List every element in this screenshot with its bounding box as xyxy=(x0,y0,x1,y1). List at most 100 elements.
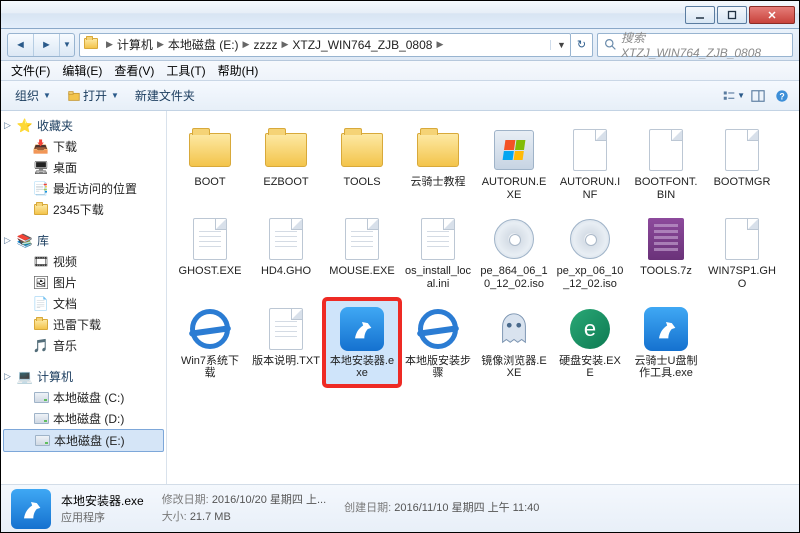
organize-button[interactable]: 组织▼ xyxy=(7,84,59,107)
file-label: EZBOOT xyxy=(263,176,308,189)
recent-icon: 📑 xyxy=(33,181,49,197)
file-item[interactable]: TOOLS.7z xyxy=(629,210,703,295)
sidebar-favorites-header[interactable]: ▷⭐收藏夹 xyxy=(1,115,166,136)
file-item[interactable]: EZBOOT xyxy=(249,121,323,206)
file-icon: e xyxy=(566,305,614,353)
details-filetype: 应用程序 xyxy=(61,509,144,525)
close-button[interactable] xyxy=(749,6,795,24)
refresh-button[interactable]: ↻ xyxy=(571,33,593,57)
file-item[interactable]: TOOLS xyxy=(325,121,399,206)
new-folder-button[interactable]: 新建文件夹 xyxy=(127,84,203,107)
file-item[interactable]: GHOST.EXE xyxy=(173,210,247,295)
details-filename: 本地安装器.exe xyxy=(61,492,144,509)
sidebar-computer-header[interactable]: ▷💻计算机 xyxy=(1,366,166,387)
minimize-button[interactable] xyxy=(685,6,715,24)
sidebar-item-videos[interactable]: 🎞视频 xyxy=(1,251,166,272)
file-item[interactable]: WIN7SP1.GHO xyxy=(705,210,779,295)
open-icon xyxy=(67,89,81,103)
search-input[interactable]: 搜索 XTZJ_WIN764_ZJB_0808 xyxy=(597,33,793,57)
sidebar-item-drive-e[interactable]: 本地磁盘 (E:) xyxy=(3,429,164,452)
menu-bar: 文件(F) 编辑(E) 查看(V) 工具(T) 帮助(H) xyxy=(1,61,799,81)
help-button[interactable]: ? xyxy=(771,85,793,107)
file-label: 镜像浏览器.EXE xyxy=(480,355,548,380)
file-label: 硬盘安装.EXE xyxy=(556,355,624,380)
star-icon: ⭐ xyxy=(17,118,33,134)
view-options-button[interactable]: ▼ xyxy=(723,85,745,107)
file-icon xyxy=(338,215,386,263)
file-icon xyxy=(642,305,690,353)
details-pane: 本地安装器.exe 应用程序 修改日期: 2016/10/20 星期四 上...… xyxy=(1,484,799,532)
back-button[interactable]: ◄ xyxy=(8,34,34,56)
file-label: WIN7SP1.GHO xyxy=(708,265,776,290)
file-label: BOOTMGR xyxy=(714,176,771,189)
file-item[interactable]: 本地版安装步骤 xyxy=(401,300,475,385)
menu-file[interactable]: 文件(F) xyxy=(5,60,56,81)
sidebar-item-music[interactable]: 🎵音乐 xyxy=(1,335,166,356)
sidebar-item-downloads[interactable]: 📥下载 xyxy=(1,136,166,157)
file-item[interactable]: BOOTFONT.BIN xyxy=(629,121,703,206)
address-dropdown[interactable]: ▼ xyxy=(550,40,566,50)
sidebar-item-recent[interactable]: 📑最近访问的位置 xyxy=(1,178,166,199)
file-icon xyxy=(642,215,690,263)
file-item[interactable]: pe_xp_06_10_12_02.iso xyxy=(553,210,627,295)
download-icon: 📥 xyxy=(33,139,49,155)
forward-button[interactable]: ► xyxy=(34,34,60,56)
file-item[interactable]: os_install_local.ini xyxy=(401,210,475,295)
sidebar-item-drive-c[interactable]: 本地磁盘 (C:) xyxy=(1,387,166,408)
file-item[interactable]: BOOTMGR xyxy=(705,121,779,206)
sidebar-item-documents[interactable]: 📄文档 xyxy=(1,293,166,314)
drive-icon xyxy=(33,411,49,427)
maximize-button[interactable] xyxy=(717,6,747,24)
sidebar-item-desktop[interactable]: 🖥桌面 xyxy=(1,157,166,178)
menu-edit[interactable]: 编辑(E) xyxy=(56,60,108,81)
sidebar-item-pictures[interactable]: 🖼图片 xyxy=(1,272,166,293)
sidebar-libraries-header[interactable]: ▷📚库 xyxy=(1,230,166,251)
file-item[interactable]: 云骑士U盘制作工具.exe xyxy=(629,300,703,385)
details-size: 21.7 MB xyxy=(190,511,231,523)
breadcrumb[interactable]: ▶zzzz xyxy=(239,38,278,52)
file-icon xyxy=(262,126,310,174)
sidebar-item-2345[interactable]: 2345下载 xyxy=(1,199,166,220)
file-icon xyxy=(718,215,766,263)
file-item[interactable]: 镜像浏览器.EXE xyxy=(477,300,551,385)
file-item[interactable]: BOOT xyxy=(173,121,247,206)
menu-help[interactable]: 帮助(H) xyxy=(212,60,265,81)
file-icon xyxy=(642,126,690,174)
navigation-pane[interactable]: ▷⭐收藏夹 📥下载 🖥桌面 📑最近访问的位置 2345下载 ▷📚库 🎞视频 🖼图… xyxy=(1,111,167,484)
file-item[interactable]: MOUSE.EXE xyxy=(325,210,399,295)
sidebar-item-drive-d[interactable]: 本地磁盘 (D:) xyxy=(1,408,166,429)
file-item[interactable]: 云骑士教程 xyxy=(401,121,475,206)
file-item[interactable]: Win7系统下载 xyxy=(173,300,247,385)
file-icon xyxy=(718,126,766,174)
desktop-icon: 🖥 xyxy=(33,160,49,176)
file-item[interactable]: e硬盘安装.EXE xyxy=(553,300,627,385)
file-icon xyxy=(186,215,234,263)
file-item[interactable]: 本地安装器.exe xyxy=(325,300,399,385)
file-label: TOOLS.7z xyxy=(640,265,692,278)
file-item[interactable]: AUTORUN.INF xyxy=(553,121,627,206)
sidebar-item-thunder[interactable]: 迅雷下载 xyxy=(1,314,166,335)
breadcrumb[interactable]: ▶XTZJ_WIN764_ZJB_0808▶ xyxy=(277,38,447,52)
file-item[interactable]: AUTORUN.EXE xyxy=(477,121,551,206)
file-item[interactable]: 版本说明.TXT xyxy=(249,300,323,385)
file-list[interactable]: BOOT EZBOOT TOOLS 云骑士教程 AUTORUN.EXEAUTORUN.I… xyxy=(167,111,799,484)
file-label: TOOLS xyxy=(343,176,380,189)
breadcrumb[interactable]: ▶本地磁盘 (E:) xyxy=(153,36,239,53)
computer-icon: 💻 xyxy=(17,369,33,385)
nav-history-dropdown[interactable]: ▼ xyxy=(60,34,74,56)
nav-buttons: ◄ ► ▼ xyxy=(7,33,75,57)
menu-tools[interactable]: 工具(T) xyxy=(160,60,211,81)
details-modified: 2016/10/20 星期四 上... xyxy=(212,494,326,506)
file-label: HD4.GHO xyxy=(261,265,311,278)
file-label: 云骑士教程 xyxy=(411,176,466,189)
breadcrumb[interactable]: ▶计算机 xyxy=(102,36,153,53)
address-bar[interactable]: ▶计算机 ▶本地磁盘 (E:) ▶zzzz ▶XTZJ_WIN764_ZJB_0… xyxy=(79,33,571,57)
folder-icon xyxy=(33,202,49,218)
open-button[interactable]: 打开▼ xyxy=(59,84,127,107)
preview-pane-button[interactable] xyxy=(747,85,769,107)
file-item[interactable]: pe_864_06_10_12_02.iso xyxy=(477,210,551,295)
menu-view[interactable]: 查看(V) xyxy=(108,60,160,81)
file-icon xyxy=(186,305,234,353)
file-item[interactable]: HD4.GHO xyxy=(249,210,323,295)
file-icon xyxy=(490,126,538,174)
